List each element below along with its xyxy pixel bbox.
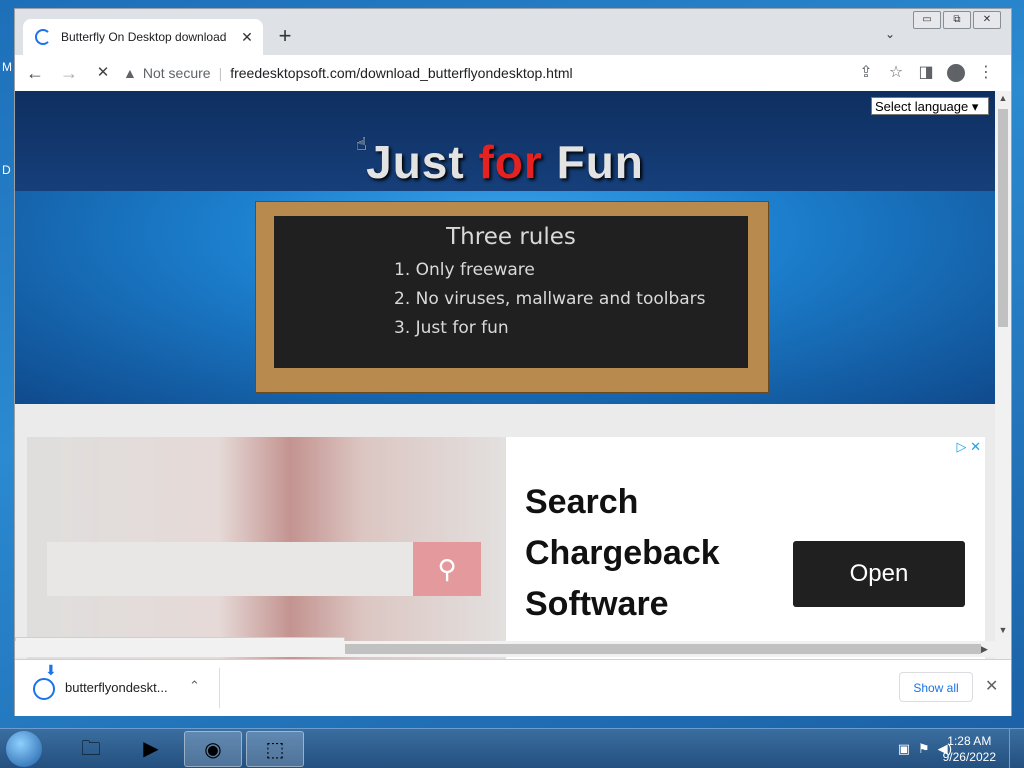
scroll-down-icon[interactable]: ▼ [995, 625, 1011, 635]
chrome-icon[interactable]: ◉ [184, 731, 242, 767]
restore-button[interactable]: ⧉ [943, 11, 971, 29]
tab-search-chevron-icon[interactable]: ⌄ [885, 27, 895, 41]
new-tab-button[interactable]: + [273, 23, 297, 49]
advertisement[interactable]: ⚲ Search Chargeback Software Open ▷ ✕ [27, 437, 985, 659]
security-label[interactable]: Not secure [143, 65, 211, 81]
close-window-button[interactable]: ✕ [973, 11, 1001, 29]
clock[interactable]: 1:28 AM 9/26/2022 [943, 733, 996, 765]
download-options-chevron-icon[interactable]: ⌃ [189, 678, 200, 694]
minimize-button[interactable]: ▭ [913, 11, 941, 29]
browser-window: Butterfly On Desktop download ✕ + ⌄ ▭ ⧉ … [14, 8, 1012, 716]
ad-search-box[interactable] [47, 542, 414, 596]
browser-tab[interactable]: Butterfly On Desktop download ✕ [23, 19, 263, 55]
share-icon[interactable]: ⇪ [851, 59, 881, 87]
start-button[interactable] [6, 731, 42, 767]
rule-1: 1. Only freeware [394, 260, 535, 280]
language-select[interactable]: Select language ▾ [871, 97, 989, 115]
desktop-edge: M D [0, 0, 14, 728]
bookmark-star-icon[interactable]: ☆ [881, 59, 911, 87]
desktop-letter-d: D [2, 163, 11, 177]
side-panel-icon[interactable]: ◨ [911, 59, 941, 87]
download-progress-icon [33, 678, 55, 700]
toolbar-actions: ⇪ ☆ ◨ ⋮ [851, 59, 1001, 87]
warning-icon: ▲ [123, 65, 137, 81]
title-bar: Butterfly On Desktop download ✕ + ⌄ ▭ ⧉ … [15, 9, 1011, 55]
profile-avatar[interactable] [941, 59, 971, 87]
adchoices-icon[interactable]: ▷ ✕ [956, 439, 981, 455]
forward-button[interactable]: → [55, 59, 83, 87]
rule-2: 2. No viruses, mallware and toolbars [394, 289, 706, 309]
browser-toolbar: ← → ✕ ▲ Not secure | freedesktopsoft.com… [15, 55, 1011, 91]
search-icon[interactable]: ⚲ [413, 542, 481, 596]
window-controls: ▭ ⧉ ✕ [911, 11, 1001, 29]
rule-3: 3. Just for fun [394, 318, 509, 338]
tab-close-icon[interactable]: ✕ [237, 29, 257, 46]
action-center-icon[interactable]: ⚑ [918, 741, 930, 757]
file-explorer-icon[interactable]: 🗀 [62, 731, 120, 767]
ad-headline[interactable]: Search Chargeback Software [525, 477, 720, 630]
horizontal-scroll-thumb[interactable] [345, 644, 981, 654]
loading-spinner-icon [35, 29, 51, 45]
menu-kebab-icon[interactable]: ⋮ [971, 59, 1001, 87]
desktop-letter-m: M [2, 60, 12, 74]
web-page: Just for Fun Three rules 1. Only freewar… [15, 91, 995, 659]
url-text[interactable]: freedesktopsoft.com/download_butterflyon… [230, 65, 572, 81]
header-banner: Just for Fun Three rules 1. Only freewar… [15, 91, 995, 404]
download-file-name[interactable]: butterflyondeskt... [65, 680, 168, 695]
installer-icon[interactable]: ⬚ [246, 731, 304, 767]
ad-image[interactable]: ⚲ [27, 437, 506, 659]
board-title: Three rules [446, 224, 576, 250]
back-button[interactable]: ← [21, 59, 49, 87]
chalkboard: Three rules 1. Only freeware 2. No virus… [255, 201, 769, 393]
logo-word-fun: Fun [556, 136, 644, 188]
network-icon[interactable]: ▣ [898, 741, 910, 757]
hand-cursor-icon: ☝ [356, 134, 367, 154]
media-player-icon[interactable]: ▶ [122, 731, 180, 767]
vertical-scroll-thumb[interactable] [998, 109, 1008, 327]
download-arrow-icon: ⬇ [45, 662, 57, 678]
taskbar: 🗀 ▶ ◉ ⬚ ▣ ⚑ ◀) 1:28 AM 9/26/2022 [0, 728, 1024, 768]
logo-word-for: for [478, 136, 543, 188]
ad-open-button[interactable]: Open [793, 541, 965, 607]
logo-word-just: Just [366, 136, 465, 188]
scroll-up-icon[interactable]: ▲ [995, 93, 1011, 103]
scroll-right-icon[interactable]: ▶ [981, 641, 988, 657]
address-bar[interactable]: ▲ Not secure | freedesktopsoft.com/downl… [123, 59, 843, 87]
close-shelf-icon[interactable]: ✕ [985, 676, 998, 696]
tab-title: Butterfly On Desktop download [61, 30, 227, 44]
address-separator: | [218, 65, 223, 81]
horizontal-scrollbar[interactable]: ▶ [15, 641, 995, 657]
show-desktop-button[interactable] [1009, 729, 1024, 768]
site-logo[interactable]: Just for Fun [15, 135, 995, 189]
vertical-scrollbar[interactable]: ▲ ▼ [995, 91, 1011, 659]
show-all-button[interactable]: Show all [899, 672, 973, 702]
stop-loading-button[interactable]: ✕ [89, 59, 117, 87]
download-shelf: ⬇ butterflyondeskt... ⌃ Show all ✕ [15, 659, 1011, 716]
